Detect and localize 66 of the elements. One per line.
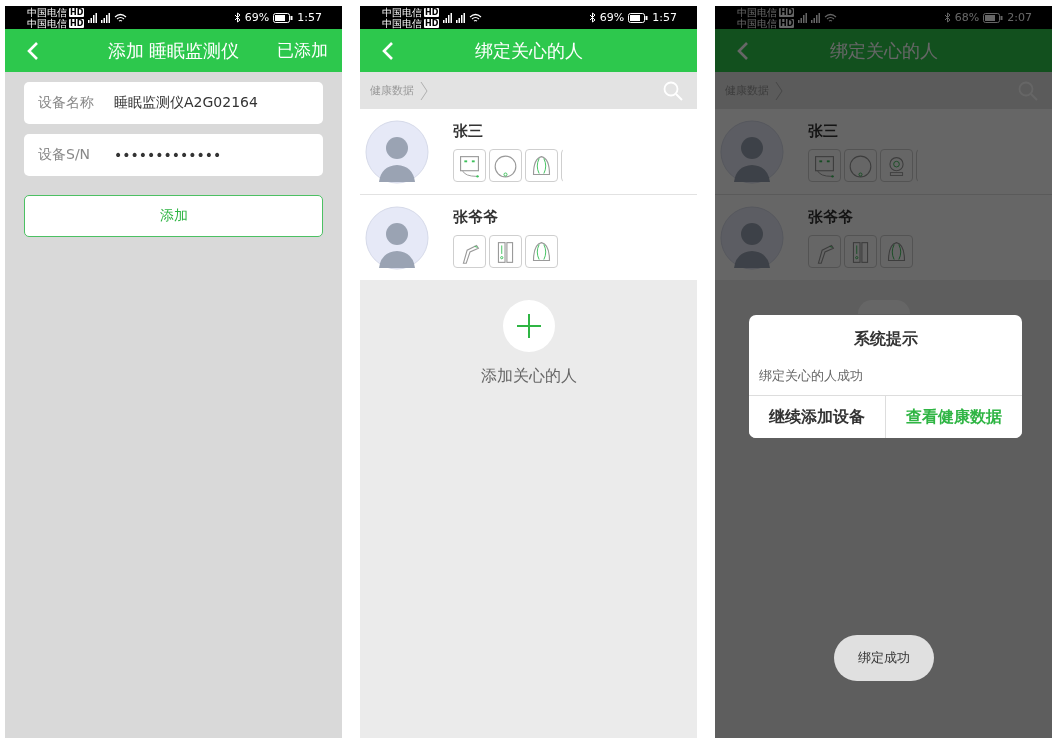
clock-time: 1:57 (297, 11, 322, 24)
wifi-icon (469, 12, 483, 23)
hd-badge: HD (424, 18, 440, 28)
battery-percent: 69% (599, 11, 625, 24)
bluetooth-icon (233, 12, 241, 23)
page-title: 绑定关心的人 (829, 38, 938, 63)
battery-icon (983, 12, 1004, 23)
hd-badge: HD (779, 7, 795, 17)
page-title: 绑定关心的人 (474, 38, 583, 63)
carrier-name: 中国电信 (27, 6, 67, 18)
input-field[interactable]: 设备名称 睡眠监测仪A2G02164 (24, 82, 323, 124)
search-icon (663, 80, 683, 101)
plus-icon (515, 313, 542, 339)
battery-icon (628, 12, 649, 23)
person-name: 张爷爷 (808, 207, 854, 227)
signal-icon (443, 12, 453, 23)
hd-badge: HD (779, 18, 795, 28)
clock-time: 2:07 (1007, 11, 1032, 24)
avatar-icon (720, 119, 784, 184)
hd-badge: HD (69, 7, 85, 17)
signal-icon (798, 12, 808, 23)
input-field[interactable]: 设备S/N ••••••••••••• (24, 134, 323, 176)
add-button[interactable]: 添加 (24, 195, 323, 237)
wifi-icon (114, 12, 128, 23)
back-icon (382, 40, 394, 61)
carrier-name: 中国电信 (382, 6, 422, 18)
person-name: 张爷爷 (453, 207, 499, 227)
dialog-message: 绑定关心的人成功 (758, 367, 864, 385)
add-person-label: 添加关心的人 (480, 366, 577, 387)
view-health-data-button[interactable]: 查看健康数据 (885, 396, 1022, 438)
bluetooth-icon (588, 12, 596, 23)
battery-icon (273, 12, 294, 23)
field-value: ••••••••••••• (114, 147, 222, 163)
wifi-icon (824, 12, 838, 23)
breadcrumb-link[interactable]: 健康数据 (370, 83, 414, 98)
carrier-name: 中国电信 (27, 17, 67, 29)
signal-icon (456, 12, 466, 23)
back-icon (737, 40, 749, 61)
field-value: 睡眠监测仪A2G02164 (114, 94, 258, 112)
signal-icon (101, 12, 111, 23)
chevron-icon (420, 80, 428, 101)
carrier-name: 中国电信 (382, 17, 422, 29)
battery-percent: 69% (244, 11, 270, 24)
add-person-button[interactable] (857, 300, 910, 314)
signal-icon (88, 12, 98, 23)
back-icon (27, 40, 39, 61)
avatar-icon (365, 205, 429, 270)
clock-time: 1:57 (652, 11, 677, 24)
carrier-name: 中国电信 (737, 17, 777, 29)
avatar-icon (365, 119, 429, 184)
carrier-name: 中国电信 (737, 6, 777, 18)
battery-percent: 68% (954, 11, 980, 24)
person-name: 张三 (453, 121, 484, 141)
hd-badge: HD (424, 7, 440, 17)
bluetooth-icon (943, 12, 951, 23)
field-label: 设备名称 (38, 94, 95, 112)
page-title: 添加 睡眠监测仪 (107, 38, 240, 63)
toast-message: 绑定成功 (833, 635, 934, 681)
person-name: 张三 (808, 121, 839, 141)
search-button[interactable] (663, 80, 683, 101)
added-list-button[interactable]: 已添加 (277, 39, 328, 62)
hd-badge: HD (69, 18, 85, 28)
signal-icon (811, 12, 821, 23)
field-label: 设备S/N (38, 146, 92, 164)
avatar-icon (720, 205, 784, 270)
dialog-title: 系统提示 (852, 328, 919, 350)
